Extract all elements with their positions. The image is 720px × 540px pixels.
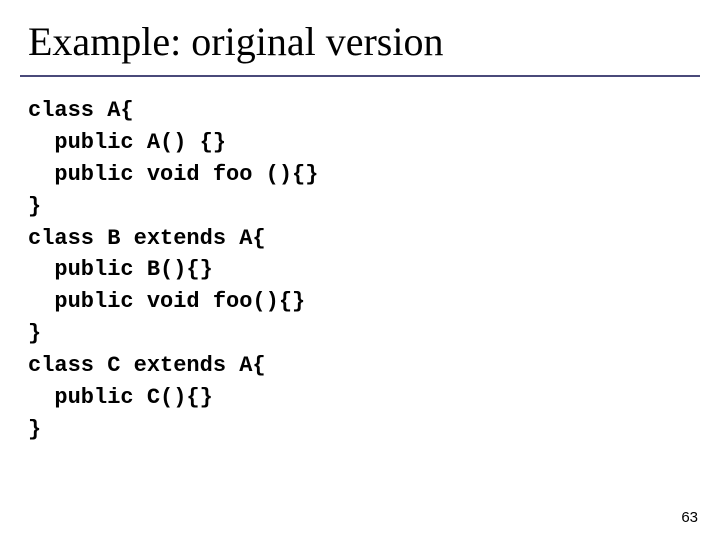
slide-title: Example: original version	[0, 0, 720, 71]
code-block: class A{ public A() {} public void foo (…	[0, 77, 720, 446]
page-number: 63	[681, 509, 698, 526]
slide: Example: original version class A{ publi…	[0, 0, 720, 540]
